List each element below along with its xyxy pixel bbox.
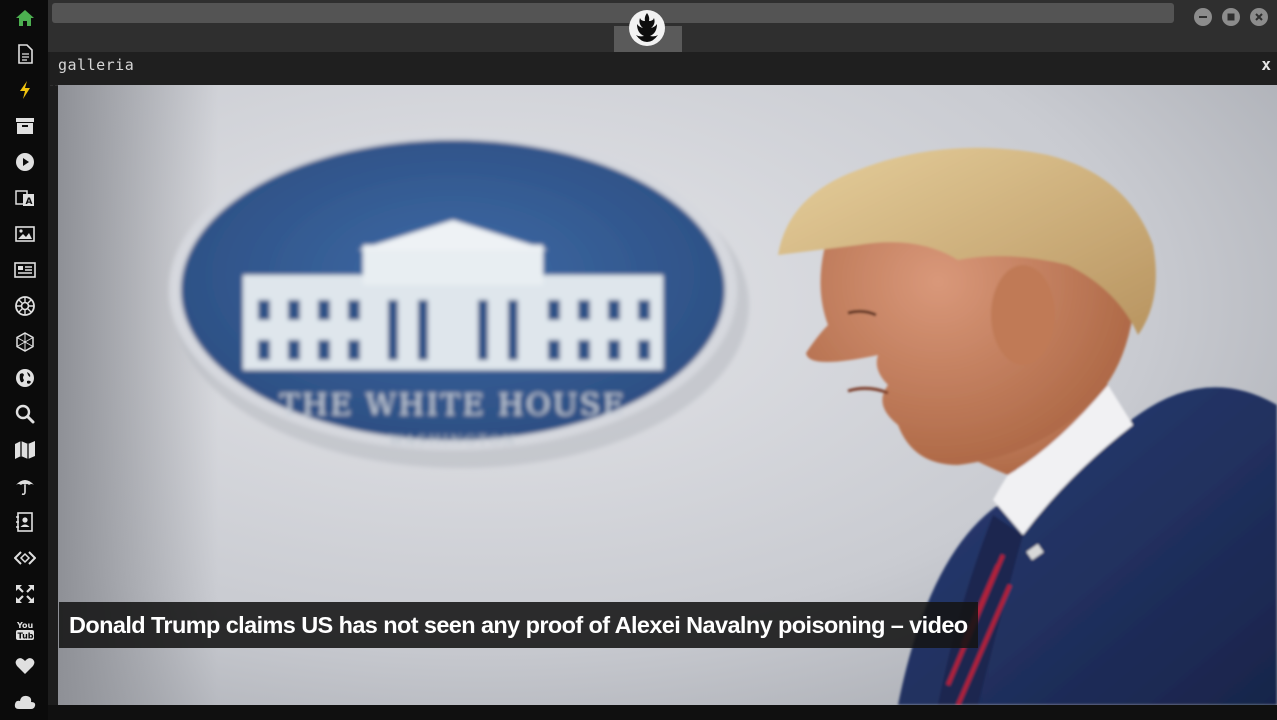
search-icon[interactable] bbox=[12, 401, 38, 427]
translate-icon[interactable]: A bbox=[12, 185, 38, 211]
svg-text:WASHINGTON: WASHINGTON bbox=[389, 433, 517, 449]
hexagon-network-icon[interactable] bbox=[12, 329, 38, 355]
panel-title: galleria bbox=[58, 56, 135, 74]
archive-icon[interactable] bbox=[12, 113, 38, 139]
image-caption: Donald Trump claims US has not seen any … bbox=[59, 602, 978, 648]
empire-icon[interactable] bbox=[12, 293, 38, 319]
image-icon[interactable] bbox=[12, 221, 38, 247]
maximize-icon[interactable] bbox=[1222, 8, 1240, 26]
bottom-strip bbox=[48, 705, 1277, 720]
umbrella-icon[interactable] bbox=[12, 473, 38, 499]
top-bar bbox=[48, 0, 1277, 52]
svg-text:THE WHITE HOUSE: THE WHITE HOUSE bbox=[280, 388, 626, 423]
panel-close-button[interactable]: x bbox=[1261, 55, 1271, 74]
svg-text:You: You bbox=[16, 621, 34, 630]
minimize-icon[interactable] bbox=[1194, 8, 1212, 26]
heart-icon[interactable] bbox=[12, 653, 38, 679]
youtube-icon[interactable]: You Tube bbox=[12, 617, 38, 643]
home-icon[interactable] bbox=[12, 5, 38, 31]
close-icon[interactable] bbox=[1250, 8, 1268, 26]
svg-text:A: A bbox=[26, 197, 33, 207]
globe-icon[interactable] bbox=[12, 365, 38, 391]
panel-header: galleria x bbox=[50, 52, 1277, 86]
cloud-icon[interactable] bbox=[12, 689, 38, 715]
expand-icon[interactable] bbox=[12, 581, 38, 607]
lightning-icon[interactable] bbox=[12, 77, 38, 103]
sidebar: A You Tube bbox=[0, 0, 48, 720]
document-icon[interactable] bbox=[12, 41, 38, 67]
rebel-alliance-icon[interactable] bbox=[627, 8, 667, 48]
play-icon[interactable] bbox=[12, 149, 38, 175]
contacts-icon[interactable] bbox=[12, 509, 38, 535]
svg-text:Tube: Tube bbox=[18, 632, 36, 641]
map-icon[interactable] bbox=[12, 437, 38, 463]
address-bar[interactable] bbox=[52, 3, 1174, 23]
newspaper-icon[interactable] bbox=[12, 257, 38, 283]
code-icon[interactable] bbox=[12, 545, 38, 571]
